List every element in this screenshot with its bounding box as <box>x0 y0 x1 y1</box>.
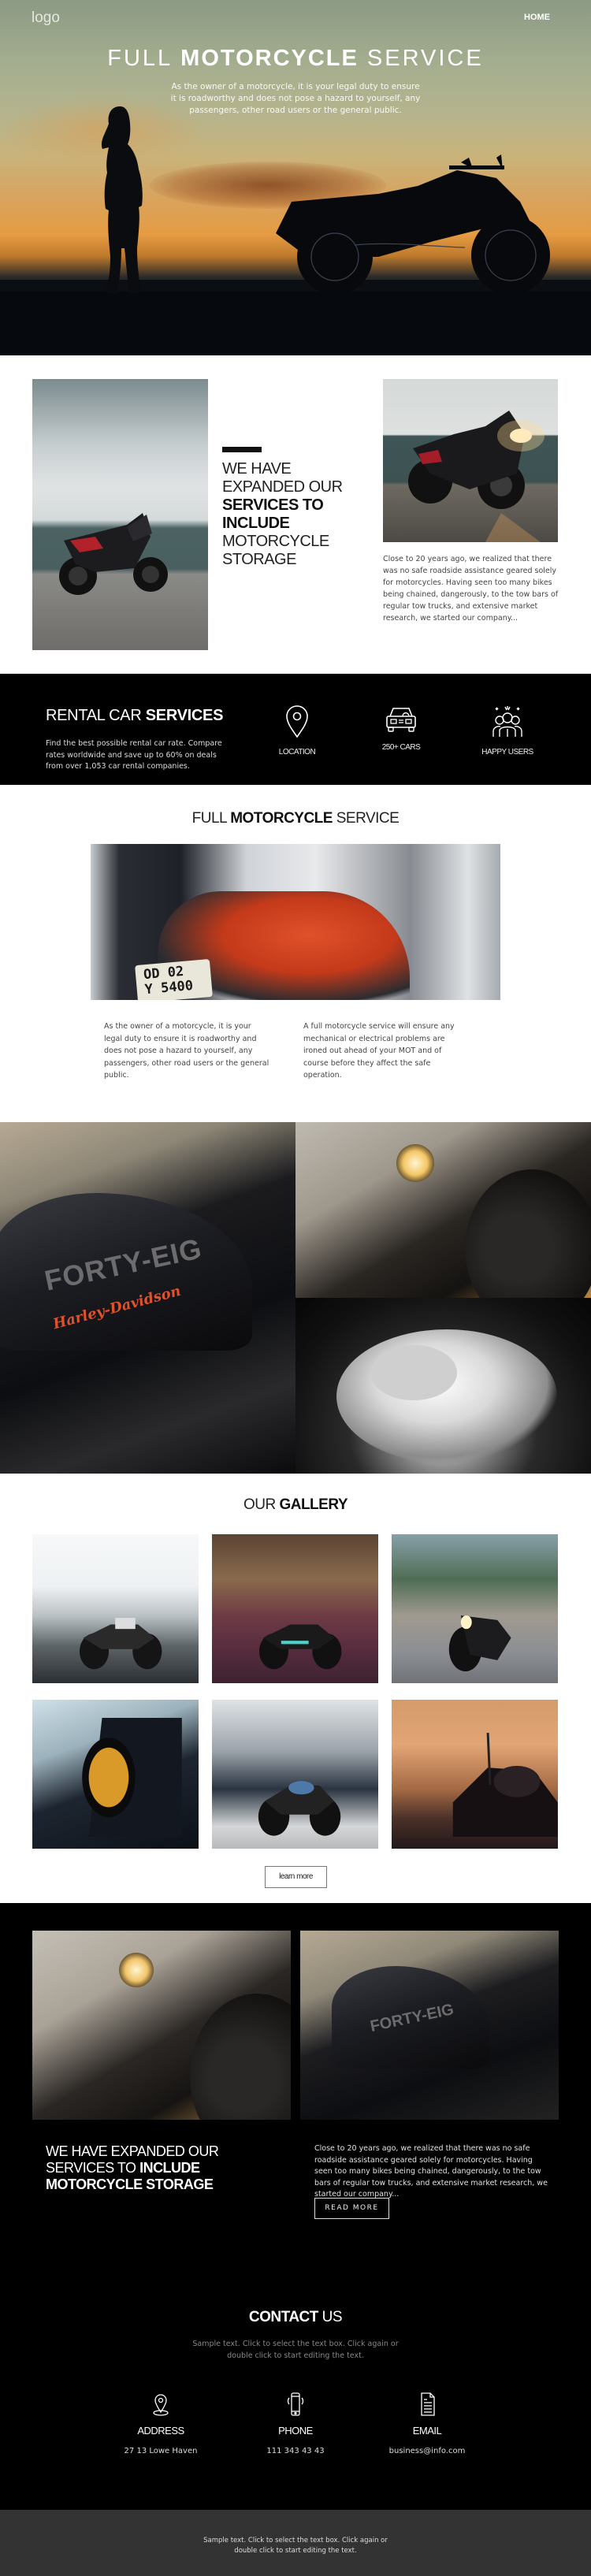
rental-description: Find the best possible rental car rate. … <box>46 739 222 771</box>
feature-label: 250+ CARS <box>381 743 421 752</box>
contact-value[interactable]: business@info.com <box>364 2447 490 2455</box>
dark-section: FORTY-EIG WE HAVE EXPANDED OUR SERVICES … <box>0 1903 591 2510</box>
logo[interactable]: logo <box>32 9 60 27</box>
rental-title-light: RENTAL CAR <box>46 707 146 724</box>
contact-value[interactable]: 111 343 43 43 <box>232 2447 359 2455</box>
service-title-light: FULL <box>191 810 231 827</box>
fuel-cap-top <box>370 1345 457 1400</box>
contact-subtitle: Sample text. Click to select the text bo… <box>192 2340 399 2360</box>
headlight-image <box>296 1122 591 1298</box>
service-description-right: A full motorcycle service will ensure an… <box>303 1022 455 1080</box>
headlight <box>119 1953 154 1987</box>
feature-label: HAPPY USERS <box>481 748 533 756</box>
hero-subtitle: As the owner of a motorcycle, it is your… <box>170 82 421 115</box>
happy-users-icon <box>492 706 522 737</box>
gallery-title-bold: GALLERY <box>279 1496 348 1513</box>
hero-title-bold: MOTORCYCLE <box>180 46 359 71</box>
license-plate: OD 02 Y 5400 <box>135 958 213 1000</box>
gallery-item[interactable] <box>32 1534 199 1683</box>
gallery-item[interactable] <box>212 1700 378 1849</box>
contact-address: ADDRESS 27 13 Lowe Haven <box>98 2392 224 2455</box>
sportbike-illustration <box>59 513 168 595</box>
service-title-bold: MOTORCYCLE <box>230 810 333 827</box>
contact-title-light: US <box>318 2309 343 2325</box>
map-pin-icon <box>153 2394 169 2416</box>
rental-title-bold: SERVICES <box>145 707 224 724</box>
service-title: FULL MOTORCYCLE SERVICE <box>0 810 591 827</box>
hero-motorcycle-silhouette <box>276 154 550 295</box>
motorcycle-illustration <box>453 1732 558 1837</box>
chrome-fuel-cap <box>336 1329 557 1463</box>
gallery-item[interactable] <box>392 1700 558 1849</box>
photo-collage: FORTY-EIG Harley-Davidson <box>0 1122 591 1474</box>
fuel-cap-image <box>296 1298 591 1474</box>
location-pin-icon <box>286 705 308 738</box>
motorcycle-illustration <box>79 1617 162 1670</box>
read-more-button[interactable]: READ MORE <box>314 2198 389 2219</box>
feature-location: LOCATION <box>250 705 344 756</box>
contact-title: CONTACT US <box>0 2309 591 2326</box>
service-description-left: As the owner of a motorcycle, it is your… <box>104 1022 269 1080</box>
storage-title-light: WE HAVE EXPANDED OUR <box>222 460 343 496</box>
hero-ground <box>0 292 591 355</box>
car-icon <box>386 708 416 732</box>
fuel-tank-image: FORTY-EIG Harley-Davidson <box>0 1122 296 1474</box>
hero-title: FULL MOTORCYCLE SERVICE <box>0 46 591 72</box>
gallery-title: OUR GALLERY <box>0 1496 591 1514</box>
garage-sportbike-image <box>383 379 558 542</box>
storage-section: WE HAVE EXPANDED OUR SERVICES TO INCLUDE… <box>0 355 591 674</box>
headlight-image <box>32 1931 291 2120</box>
feature-label: LOCATION <box>278 748 316 756</box>
front-tyre <box>190 1994 291 2120</box>
rental-services-band: RENTAL CAR SERVICES Find the best possib… <box>0 674 591 785</box>
front-tyre <box>465 1169 591 1298</box>
accent-bar <box>222 447 262 452</box>
gallery-section: OUR GALLERY learn more <box>0 1474 591 1903</box>
storage-title: WE HAVE EXPANDED OUR SERVICES TO INCLUDE… <box>222 460 356 569</box>
hero-title-light: SERVICE <box>358 46 484 71</box>
storage-description: Close to 20 years ago, we realized that … <box>383 555 559 623</box>
contact-title-bold: CONTACT <box>248 2309 318 2325</box>
motorcycle-illustration <box>82 1717 182 1837</box>
full-service-section: FULL MOTORCYCLE SERVICE OD 02 Y 5400 As … <box>0 785 591 1122</box>
gallery-item[interactable] <box>32 1700 199 1849</box>
learn-more-button[interactable]: learn more <box>265 1866 327 1888</box>
footer-text: Sample text. Click to select the text bo… <box>203 2537 388 2555</box>
rental-title: RENTAL CAR SERVICES <box>46 707 223 725</box>
fuel-tank-image: FORTY-EIG <box>300 1931 559 2120</box>
headlight <box>396 1144 434 1182</box>
feature-cars: 250+ CARS <box>354 705 448 752</box>
feature-happy-users: HAPPY USERS <box>460 705 555 756</box>
gallery-item[interactable] <box>392 1534 558 1683</box>
motorcycle-illustration <box>258 1781 340 1836</box>
nav-home-link[interactable]: HOME <box>524 13 550 22</box>
contact-label: EMAIL <box>412 2425 442 2437</box>
red-sportbike-image: OD 02 Y 5400 <box>91 844 500 1000</box>
document-icon <box>421 2392 435 2416</box>
contact-value[interactable]: 27 13 Lowe Haven <box>98 2447 224 2455</box>
dark-storage-title: WE HAVE EXPANDED OUR SERVICES TO INCLUDE… <box>46 2143 258 2193</box>
motorcycle-illustration <box>448 1615 511 1671</box>
smartphone-icon <box>287 2392 304 2416</box>
storage-title-light: MOTORCYCLE STORAGE <box>222 533 329 568</box>
sportbike-headlight-illustration <box>408 411 545 542</box>
hero-person-silhouette <box>101 106 143 294</box>
service-title-light: SERVICE <box>332 810 400 827</box>
plate-line: Y 5400 <box>143 977 194 998</box>
motorcycle-illustration <box>258 1624 342 1670</box>
footer: Sample text. Click to select the text bo… <box>0 2510 591 2576</box>
gallery-title-light: OUR <box>243 1496 280 1513</box>
hero-title-light: FULL <box>107 46 181 71</box>
contact-email: EMAIL business@info.com <box>364 2392 490 2455</box>
hero-section: logo HOME FULL MOTORCYCLE SERVICE As the… <box>0 0 591 355</box>
contact-label: ADDRESS <box>137 2425 184 2437</box>
gallery-item[interactable] <box>212 1534 378 1683</box>
garage-motorcycle-image <box>32 379 208 650</box>
contact-phone: PHONE 111 343 43 43 <box>232 2392 359 2455</box>
contact-label: PHONE <box>278 2425 313 2437</box>
dark-storage-description: Close to 20 years ago, we realized that … <box>314 2144 548 2199</box>
storage-title-bold: SERVICES TO INCLUDE <box>222 496 324 532</box>
